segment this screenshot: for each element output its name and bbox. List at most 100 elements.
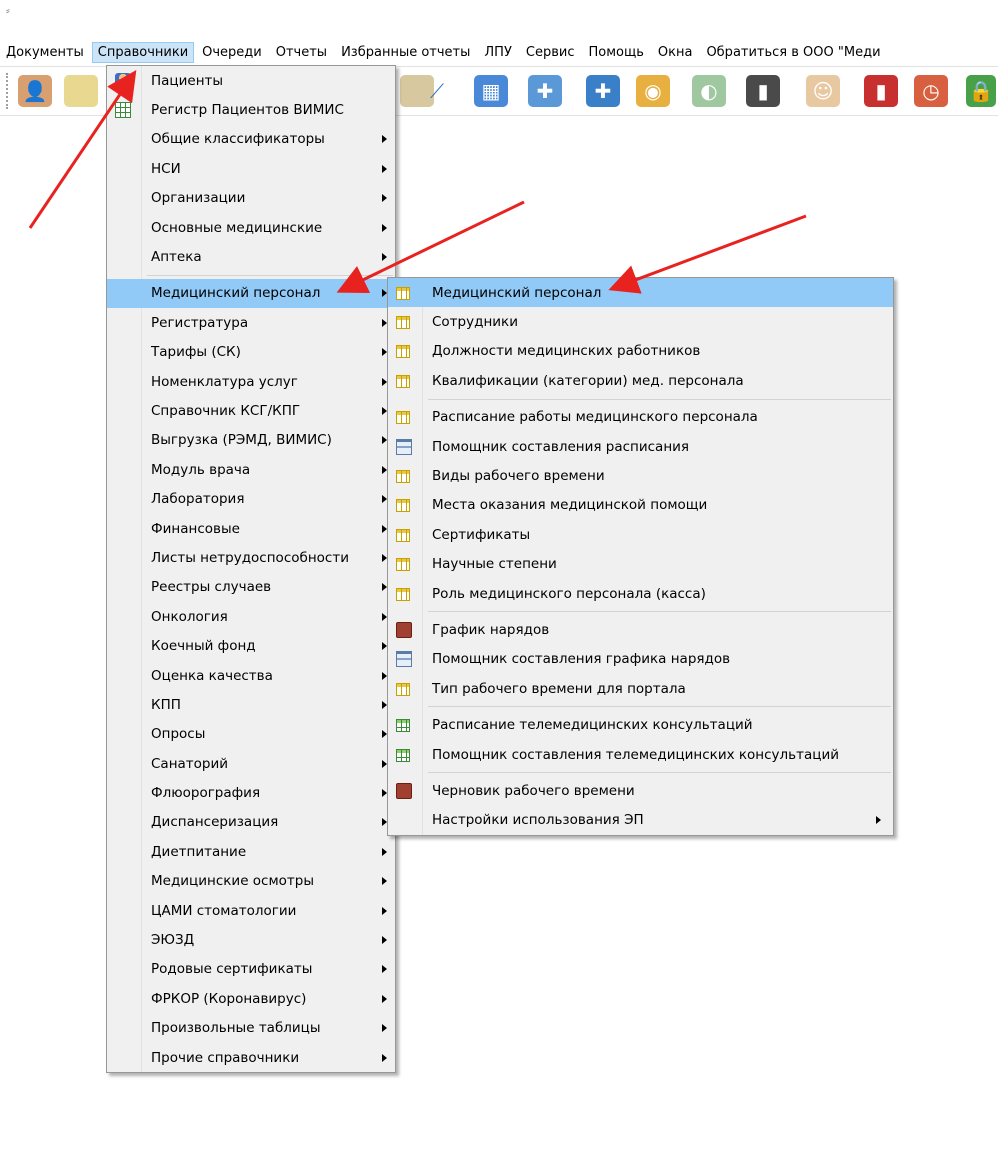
submenu-item[interactable]: Настройки использования ЭП [388,806,893,835]
menu-item[interactable]: Произвольные таблицы [107,1014,395,1043]
submenu-item[interactable]: Квалификации (категории) мед. персонала [388,366,893,395]
menu-windows[interactable]: Окна [652,42,699,63]
submenu-item-label: Расписание телемедицинских консультаций [432,717,753,734]
menu-contact[interactable]: Обратиться в ООО "Меди [700,42,886,63]
menu-documents[interactable]: Документы [0,42,90,63]
doctor-icon[interactable]: 👤 [18,75,52,107]
menu-item[interactable]: Организации [107,184,395,213]
menu-item[interactable]: Диетпитание [107,837,395,866]
toolbar-grip[interactable] [6,73,12,109]
menu-item-label: Выгрузка (РЭМД, ВИМИС) [151,432,332,449]
menu-item-label: Модуль врача [151,461,251,478]
menu-item[interactable]: Диспансеризация [107,808,395,837]
menu-item[interactable]: Медицинские осмотры [107,867,395,896]
menu-item-label: Аптека [151,249,202,266]
submenu-item[interactable]: Помощник составления расписания [388,432,893,461]
menu-item[interactable]: НСИ [107,154,395,183]
menu-item[interactable]: ФРКОР (Коронавирус) [107,984,395,1013]
menu-item[interactable]: КПП [107,690,395,719]
medicine-icon[interactable]: ✚ [528,75,562,107]
menu-item-label: Общие классификаторы [151,131,325,148]
submenu-item[interactable]: Сотрудники [388,307,893,336]
submenu-item-label: Сертификаты [432,526,531,543]
submenu-arrow-icon [382,253,387,262]
submenu-item-label: Роль медицинского персонала (касса) [432,585,706,602]
barcode-scanner-icon[interactable]: ▮ [746,75,780,107]
menu-item[interactable]: Финансовые [107,514,395,543]
menu-item[interactable]: Регистратура [107,308,395,337]
menu-lpu[interactable]: ЛПУ [478,42,517,63]
menu-reports[interactable]: Отчеты [270,42,333,63]
menu-item[interactable]: Родовые сертификаты [107,955,395,984]
submenu-item[interactable]: Научные степени [388,550,893,579]
menu-item[interactable]: ЦАМИ стоматологии [107,896,395,925]
menu-queues[interactable]: Очереди [196,42,268,63]
submenu-item[interactable]: Медицинский персонал [388,278,893,308]
menu-item[interactable]: Справочник КСГ/КПГ [107,396,395,425]
submenu-item-label: Виды рабочего времени [432,468,605,485]
submenu-arrow-icon [382,194,387,203]
book-icon [396,782,412,799]
submenu-arrow-icon [382,135,387,144]
lock-icon[interactable]: 🔒 [966,75,996,107]
submenu-item[interactable]: Расписание работы медицинского персонала [388,403,893,432]
menu-item[interactable]: Медицинский персонал [107,278,395,309]
menu-item[interactable]: Общие классификаторы [107,125,395,154]
menu-item[interactable]: Онкология [107,602,395,631]
basket-icon[interactable]: ◉ [636,75,670,107]
menu-item[interactable]: Лаборатория [107,484,395,513]
table-icon [396,587,410,601]
menu-item[interactable]: Листы нетрудоспособности [107,543,395,572]
menu-item-label: Опросы [151,726,206,743]
nurse-icon[interactable]: ☺ [806,75,840,107]
menu-item[interactable]: Оценка качества [107,661,395,690]
red-book-icon[interactable]: ▮ [864,75,898,107]
menu-item-label: Номенклатура услуг [151,373,298,390]
menu-item[interactable]: Санаторий [107,749,395,778]
submenu-item[interactable]: Виды рабочего времени [388,461,893,490]
menu-help[interactable]: Помощь [582,42,649,63]
pills-icon[interactable]: ◐ [692,75,726,107]
submenu-item[interactable]: Места оказания медицинской помощи [388,491,893,520]
submenu-item[interactable]: Черновик рабочего времени [388,776,893,805]
calendar-icon[interactable]: ▦ [474,75,508,107]
menu-item[interactable]: Коечный фонд [107,631,395,660]
menu-item[interactable]: Номенклатура услуг [107,367,395,396]
submenu-item[interactable]: Сертификаты [388,520,893,549]
submenu-arrow-icon [876,816,881,825]
notebook-icon[interactable] [64,75,98,107]
menu-item[interactable]: Опросы [107,720,395,749]
menu-item[interactable]: Основные медицинские [107,213,395,242]
schedule-icon[interactable]: ◷ [914,75,948,107]
submenu-arrow-icon [382,877,387,886]
menu-favorite-reports[interactable]: Избранные отчеты [335,42,476,63]
submenu-item-label: Тип рабочего времени для портала [432,680,686,697]
submenu-arrow-icon [382,965,387,974]
menu-item[interactable]: Аптека [107,242,395,271]
menu-service[interactable]: Сервис [520,42,581,63]
first-aid-icon[interactable]: ✚ [586,75,620,107]
submenu-item[interactable]: Роль медицинского персонала (касса) [388,579,893,608]
submenu-item[interactable]: Расписание телемедицинских консультаций [388,710,893,739]
menu-item[interactable]: Прочие справочники [107,1043,395,1072]
menu-item[interactable]: ЭЮЗД [107,925,395,954]
submenu-item[interactable]: Тип рабочего времени для портала [388,674,893,703]
menu-item[interactable]: Реестры случаев [107,573,395,602]
menu-item[interactable]: Флюорография [107,778,395,807]
menu-item-label: Организации [151,190,246,207]
submenu-item[interactable]: Помощник составления графика нарядов [388,645,893,674]
menu-item-label: ФРКОР (Коронавирус) [151,990,307,1007]
menu-item[interactable]: Тарифы (СК) [107,338,395,367]
menu-item[interactable]: Пациенты [107,66,395,95]
menu-item[interactable]: Модуль врача [107,455,395,484]
menu-item[interactable]: Выгрузка (РЭМД, ВИМИС) [107,426,395,455]
submenu-item[interactable]: Помощник составления телемедицинских кон… [388,740,893,769]
menu-references[interactable]: Справочники [91,41,195,63]
wizard-icon [396,651,412,668]
submenu-item[interactable]: График нарядов [388,615,893,644]
submenu-item[interactable]: Должности медицинских работников [388,337,893,366]
submenu-item-label: Помощник составления телемедицинских кон… [432,746,839,763]
book-icon [396,621,412,638]
menu-item[interactable]: Регистр Пациентов ВИМИС [107,95,395,124]
syringe-icon[interactable]: ⟋ [420,75,454,107]
